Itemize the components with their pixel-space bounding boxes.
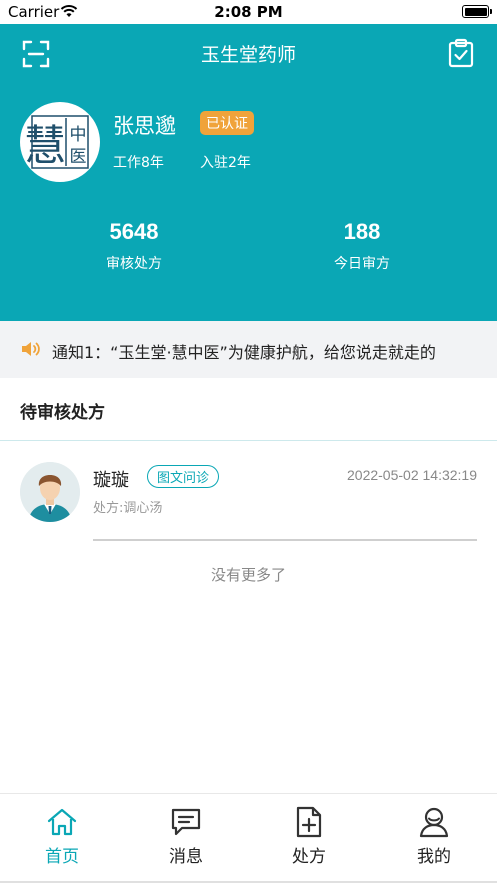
clinic-logo-avatar: 慧 中 医 — [20, 102, 100, 182]
tab-messages[interactable]: 消息 — [146, 806, 226, 867]
status-time: 2:08 PM — [214, 3, 283, 21]
consult-type-tag: 图文问诊 — [147, 465, 220, 488]
stat-reviewed-value: 5648 — [109, 219, 159, 244]
stat-today[interactable]: 188 今日审方 — [262, 219, 462, 273]
tab-prescriptions[interactable]: 处方 — [269, 806, 349, 867]
logo-text-main: 慧 — [24, 121, 66, 170]
item-divider — [93, 539, 477, 541]
header: 玉生堂药师 慧 中 医 张思邈 已认证 工作8年 入驻2年 5648 审核处方 … — [0, 24, 497, 321]
prescription-icon — [296, 806, 322, 838]
stat-today-label: 今日审方 — [334, 256, 390, 272]
stat-reviewed-label: 审核处方 — [106, 256, 162, 272]
tab-home[interactable]: 首页 — [22, 806, 102, 867]
status-bar: Carrier 2:08 PM — [0, 0, 497, 24]
tab-profile-label: 我的 — [417, 847, 451, 867]
logo-text-b: 医 — [70, 147, 87, 167]
home-icon — [47, 808, 77, 836]
tab-bar: 首页 消息 处方 我的 — [0, 793, 497, 883]
join-years: 入驻2年 — [200, 155, 251, 171]
page-title: 玉生堂药师 — [200, 44, 296, 66]
clipboard-check-icon[interactable] — [447, 38, 475, 68]
tab-home-label: 首页 — [45, 847, 79, 867]
stat-today-value: 188 — [343, 219, 381, 244]
prescription-item[interactable]: 璇璇 图文问诊 2022-05-02 14:32:19 处方:调心汤 — [0, 442, 497, 538]
logo-text-a: 中 — [70, 125, 87, 145]
verified-badge: 已认证 — [200, 111, 254, 135]
notice-text: 通知1：“玉生堂·慧中医”为健康护航，给您说走就走的 — [52, 343, 436, 362]
tab-messages-label: 消息 — [169, 847, 203, 867]
section-title: 待审核处方 — [20, 403, 105, 423]
prescription-time: 2022-05-02 14:32:19 — [347, 467, 477, 483]
tab-prescriptions-label: 处方 — [292, 847, 326, 867]
prescription-content: 处方:调心汤 — [93, 501, 163, 516]
stats-panel: 5648 审核处方 188 今日审方 — [0, 219, 497, 279]
battery-icon — [462, 5, 492, 18]
message-icon — [171, 808, 201, 836]
user-icon — [419, 807, 449, 838]
doctor-profile[interactable]: 慧 中 医 张思邈 已认证 工作8年 入驻2年 — [20, 102, 480, 184]
notice-bar[interactable]: 通知1：“玉生堂·慧中医”为健康护航，给您说走就走的 — [0, 321, 497, 378]
speaker-icon — [22, 342, 40, 356]
stat-reviewed[interactable]: 5648 审核处方 — [34, 219, 234, 273]
divider — [0, 440, 497, 441]
doctor-name: 张思邈 — [113, 114, 176, 138]
work-years: 工作8年 — [113, 155, 164, 171]
tab-profile[interactable]: 我的 — [394, 806, 474, 867]
patient-avatar — [20, 462, 80, 522]
nav-bar: 玉生堂药师 — [0, 24, 497, 82]
no-more-text: 没有更多了 — [210, 566, 286, 584]
patient-name: 璇璇 — [93, 470, 129, 491]
